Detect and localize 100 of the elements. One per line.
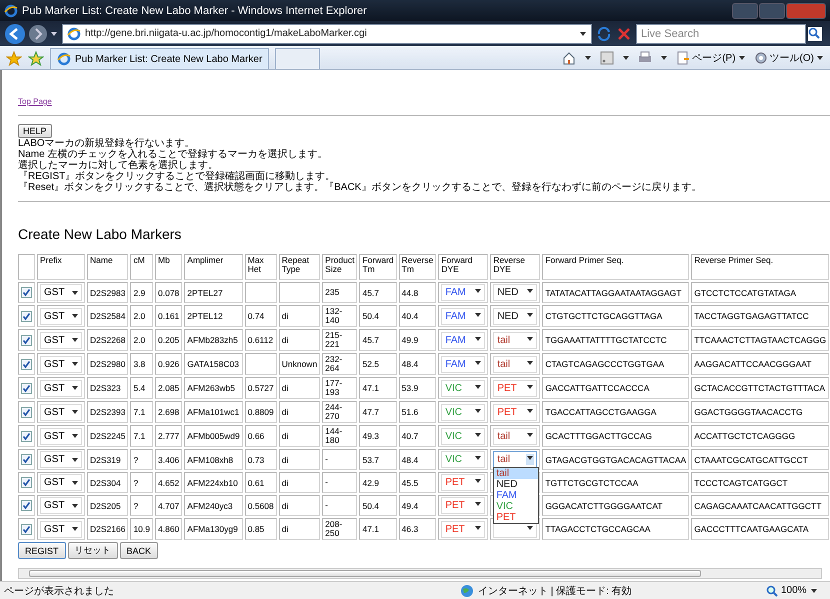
checkbox[interactable]	[21, 477, 32, 488]
dye-dropdown[interactable]: tail	[493, 332, 538, 348]
caret-icon	[71, 456, 79, 464]
star-icon[interactable]	[6, 49, 22, 69]
table-cell: 47.1	[359, 377, 397, 399]
dye-dropdown[interactable]: tail	[493, 356, 538, 372]
column-header: Name	[87, 254, 128, 280]
prefix-dropdown[interactable]: GST	[40, 520, 82, 538]
prefix-dropdown[interactable]: GST	[40, 356, 82, 372]
search-icon[interactable]	[808, 26, 822, 40]
menu-button[interactable]: ページ(P)	[676, 51, 746, 65]
prefix-dropdown[interactable]: GST	[40, 497, 82, 514]
table-cell: 51.6	[398, 401, 436, 423]
caret-icon[interactable]	[50, 30, 58, 38]
dye-dropdown[interactable]: FAM	[441, 356, 486, 372]
table-cell: 0.161	[155, 305, 182, 327]
checkbox[interactable]	[21, 454, 32, 465]
checkbox[interactable]	[21, 406, 32, 418]
form-button[interactable]: BACK	[120, 542, 158, 559]
checkbox[interactable]	[21, 287, 32, 298]
caret-icon[interactable]	[810, 586, 818, 594]
caret-icon[interactable]	[622, 54, 630, 62]
caret-icon	[526, 406, 534, 414]
zoom-level[interactable]: 100%	[781, 585, 807, 596]
column-header: Product Size	[322, 254, 358, 280]
prefix-dropdown[interactable]: GST	[40, 474, 82, 491]
page-icon	[676, 51, 690, 65]
table-cell: D2S304	[87, 472, 128, 493]
prefix-dropdown[interactable]: GST	[40, 284, 82, 301]
feed-icon[interactable]	[600, 51, 614, 65]
dye-dropdown[interactable]: PET	[493, 380, 538, 396]
horizontal-scrollbar[interactable]	[18, 568, 822, 579]
dropdown-option[interactable]: tail	[494, 468, 538, 479]
add-favorite-icon[interactable]	[28, 49, 44, 69]
window-title: Pub Marker List: Create New Labo Marker - Windows Internet Explorer	[22, 4, 368, 16]
dye-dropdown[interactable]: FAM	[441, 332, 486, 348]
table-cell: 232-264	[322, 353, 358, 375]
dropdown-option[interactable]: FAM	[494, 490, 538, 501]
dye-dropdown[interactable]: PET	[441, 497, 486, 514]
search-field[interactable]: Live Search	[636, 24, 806, 44]
column-header: Reverse Tm	[398, 254, 436, 280]
caret-icon	[474, 500, 482, 508]
printer-icon[interactable]	[638, 51, 652, 65]
help-button[interactable]: HELP	[18, 124, 52, 138]
table-cell: 0.078	[155, 282, 182, 303]
checkbox[interactable]	[21, 430, 32, 442]
form-button[interactable]: REGIST	[18, 542, 66, 559]
prefix-dropdown[interactable]: GST	[40, 428, 82, 444]
dye-dropdown[interactable]: FAM	[441, 284, 486, 301]
column-header: Forward DYE	[438, 254, 488, 280]
table-cell: 7.1	[130, 401, 153, 423]
stop-icon[interactable]	[616, 26, 632, 42]
prefix-dropdown[interactable]: GST	[40, 332, 82, 348]
checkbox[interactable]	[21, 310, 32, 322]
browser-tab[interactable]: Pub Marker List: Create New Labo Marker	[50, 48, 270, 69]
dye-dropdown[interactable]: PET	[441, 520, 486, 538]
checkbox[interactable]	[21, 524, 32, 534]
checkbox[interactable]	[21, 334, 32, 346]
table-cell: ?	[130, 472, 153, 493]
prefix-dropdown[interactable]: GST	[40, 308, 82, 324]
prefix-dropdown[interactable]: GST	[40, 380, 82, 396]
table-cell: 48.4	[398, 449, 436, 470]
caret-icon[interactable]	[660, 54, 668, 62]
top-page-link[interactable]: Top Page	[18, 97, 52, 106]
checkbox[interactable]	[21, 382, 32, 394]
check-icon	[22, 336, 31, 344]
checkbox[interactable]	[21, 500, 32, 511]
dye-dropdown[interactable]: NED	[493, 308, 538, 324]
caret-icon	[71, 408, 79, 416]
caret-icon[interactable]	[584, 54, 592, 62]
form-button[interactable]: リセット	[68, 542, 118, 559]
table-cell: TTAGACCTCTGCCAGCAA	[542, 518, 690, 540]
back-icon[interactable]	[4, 22, 26, 44]
table-cell: GACCCTTTCAATGAAGCATA	[691, 518, 830, 540]
table-cell: D2S2980	[87, 353, 128, 375]
home-icon[interactable]	[562, 51, 576, 65]
table-cell: 0.5608	[244, 495, 277, 516]
dye-dropdown[interactable]: PET	[441, 474, 486, 491]
prefix-dropdown[interactable]: GST	[40, 451, 82, 468]
caret-icon[interactable]	[579, 30, 587, 38]
prefix-dropdown[interactable]: GST	[40, 404, 82, 420]
table-cell: D2S205	[87, 495, 128, 516]
table-cell: 53.9	[398, 377, 436, 399]
table-cell: D2S323	[87, 377, 128, 399]
dye-dropdown[interactable]: FAM	[441, 308, 486, 324]
dropdown-option[interactable]: PET	[494, 512, 538, 523]
checkbox[interactable]	[21, 358, 32, 370]
close-button[interactable]	[786, 2, 826, 18]
table-cell: di	[278, 518, 320, 540]
column-header: Prefix	[37, 254, 85, 280]
check-icon	[22, 455, 31, 464]
column-header: Reverse Primer Seq.	[691, 254, 830, 280]
dye-dropdown[interactable]: PET	[493, 404, 538, 420]
refresh-icon[interactable]	[596, 26, 612, 42]
dye-dropdown[interactable]: NED	[493, 284, 538, 301]
dye-dropdown[interactable]: tail	[493, 428, 538, 444]
forward-icon[interactable]	[28, 24, 48, 44]
menu-button[interactable]: ツール(O)	[754, 51, 824, 65]
address-field[interactable]: http://gene.bri.niigata-u.ac.jp/homocontig1/makeLaboMarker.cgi	[62, 24, 592, 44]
caret-icon	[474, 454, 482, 462]
